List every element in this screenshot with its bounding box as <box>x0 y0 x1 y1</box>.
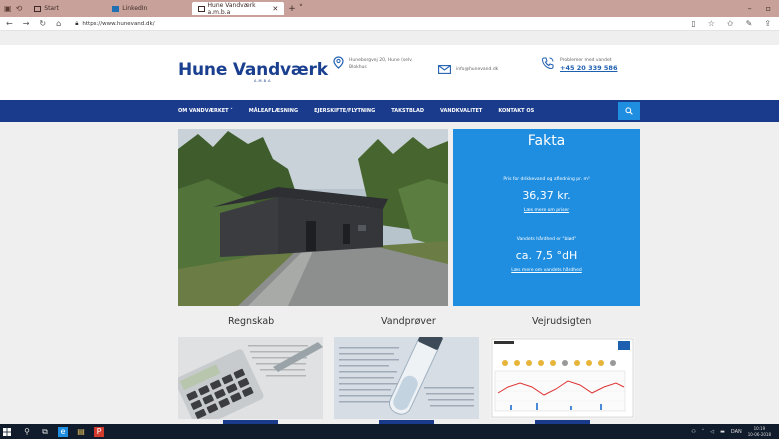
tab-label: Start <box>44 5 59 12</box>
browser-tab-strip: ▣ ⟲ Start LinkedIn Hune Vandværk a.m.b.a… <box>0 0 779 17</box>
back-icon[interactable]: ← <box>6 19 13 28</box>
regnskab-title[interactable]: Regnskab <box>228 316 274 327</box>
favorite-icon[interactable]: ☆ <box>708 19 715 28</box>
windows-start-icon[interactable] <box>0 424 14 439</box>
main-content: Fakta Pris for drikkevand og afledning p… <box>0 122 779 424</box>
hardness-link[interactable]: Læs mere om vandets hårdhed <box>453 268 640 273</box>
price-label: Pris for drikkevand og afledning pr. m³ <box>503 177 590 182</box>
tab-actions-icon[interactable]: ▣ <box>4 4 12 13</box>
nav-kontakt[interactable]: KONTAKT OS <box>498 108 534 114</box>
linkedin-icon <box>112 5 120 12</box>
header-address: Huneborgvej 20, Hune (selv Blokhus <box>333 56 412 72</box>
lock-icon: 🔒︎ <box>75 19 79 27</box>
price-value: 36,37 kr. <box>522 189 571 202</box>
nav-ejerskifte[interactable]: EJERSKIFTE/FLYTNING <box>314 108 375 114</box>
nav-takstblad[interactable]: TAKSTBLAD <box>391 108 424 114</box>
hardness-label: Vandets hårdhed er "blød" <box>516 237 577 242</box>
page-icon <box>198 5 205 12</box>
tab-label: Hune Vandværk a.m.b.a <box>207 1 256 16</box>
price-link[interactable]: Læs mere om priser <box>453 208 640 213</box>
mail-icon <box>438 63 451 77</box>
vejrudsigten-image[interactable] <box>490 337 635 419</box>
window-controls: – ▫ <box>748 4 779 13</box>
main-nav: OM VANDVÆRKET ˅ MÅLEAFLÆSNING EJERSKIFTE… <box>0 100 779 122</box>
phone-icon <box>541 56 555 73</box>
people-icon[interactable]: ⚇ <box>691 429 695 435</box>
email-text[interactable]: info@hunevand.dk <box>456 66 498 73</box>
notes-icon[interactable]: ✎ <box>746 19 753 28</box>
nav-om-vandvaerket[interactable]: OM VANDVÆRKET ˅ <box>178 108 233 114</box>
app-icon[interactable]: P <box>94 426 104 437</box>
task-view-icon[interactable]: ⧉ <box>40 427 50 437</box>
hardness-value: ca. 7,5 °dH <box>515 249 578 262</box>
tab-linkedin[interactable]: LinkedIn <box>106 2 186 15</box>
location-pin-icon <box>333 56 344 72</box>
search-icon[interactable]: ⚲ <box>22 427 32 437</box>
minimize-icon[interactable]: – <box>748 4 752 13</box>
tab-label: LinkedIn <box>122 5 148 12</box>
volume-icon[interactable]: ◁ <box>710 429 714 435</box>
back-tabs-icon[interactable]: ⟲ <box>16 4 23 13</box>
header-phone: Problemer med vandet +45 20 339 586 <box>541 56 617 73</box>
fakta-panel: Fakta Pris for drikkevand og afledning p… <box>453 129 640 306</box>
share-icon[interactable]: ⇪ <box>764 19 771 28</box>
url-text: https://www.hunevand.dk/ <box>82 20 155 27</box>
page-icon <box>34 5 42 12</box>
refresh-icon[interactable]: ↻ <box>39 19 46 28</box>
site-header: Hune Vandværk A.M.B.A Huneborgvej 20, Hu… <box>0 45 779 100</box>
favorites-hub-icon[interactable]: ✩ <box>727 19 734 28</box>
file-explorer-icon[interactable]: ▤ <box>76 427 86 437</box>
windows-taskbar: ⚲ ⧉ e ▤ P ⚇ ˄ ◁ ▬ DAN 10:19 10-06-2018 <box>0 424 779 439</box>
phone-label: Problemer med vandet <box>560 57 612 63</box>
close-tab-icon[interactable]: ✕ <box>272 5 278 13</box>
search-icon <box>625 107 633 115</box>
address-bar: ← → ↻ ⌂ 🔒︎ https://www.hunevand.dk/ ▯ ☆ … <box>0 17 779 31</box>
vejrudsigten-title[interactable]: Vejrudsigten <box>532 316 591 327</box>
window-icons: ▣ ⟲ <box>0 4 22 13</box>
tab-hune[interactable]: Hune Vandværk a.m.b.a ✕ <box>192 1 285 16</box>
language-indicator[interactable]: DAN <box>731 429 742 435</box>
clock[interactable]: 10:19 10-06-2018 <box>748 426 771 436</box>
nav-vandkvalitet[interactable]: VANDKVALITET <box>440 108 482 114</box>
search-button[interactable] <box>618 102 640 120</box>
nav-maaleaflaesning[interactable]: MÅLEAFLÆSNING <box>249 108 298 114</box>
url-field[interactable]: 🔒︎ https://www.hunevand.dk/ <box>75 20 154 28</box>
chevron-up-icon[interactable]: ˄ <box>702 429 705 435</box>
waterworks-photo <box>178 129 448 306</box>
logo-subtitle: A.M.B.A <box>254 79 271 83</box>
header-email[interactable]: info@hunevand.dk <box>438 63 498 77</box>
edge-icon[interactable]: e <box>58 426 68 437</box>
home-icon[interactable]: ⌂ <box>56 19 61 28</box>
page-top-strip <box>0 31 779 45</box>
vandproever-title[interactable]: Vandprøver <box>381 316 436 327</box>
network-icon[interactable]: ▬ <box>720 429 725 435</box>
reading-view-icon[interactable]: ▯ <box>691 19 695 28</box>
forward-icon[interactable]: → <box>23 19 30 28</box>
vandproever-image[interactable] <box>334 337 479 419</box>
address-line1: Huneborgvej 20, Hune (selv <box>349 57 412 63</box>
new-tab-icon[interactable]: + ˅ <box>288 4 303 14</box>
tab-start[interactable]: Start <box>28 2 86 15</box>
fakta-title: Fakta <box>527 133 566 149</box>
address-line2: Blokhus <box>349 65 367 70</box>
site-logo[interactable]: Hune Vandværk <box>178 60 328 80</box>
regnskab-image[interactable] <box>178 337 323 419</box>
phone-number[interactable]: +45 20 339 586 <box>560 64 617 72</box>
maximize-icon[interactable]: ▫ <box>766 4 771 13</box>
clock-date: 10-06-2018 <box>747 431 771 437</box>
